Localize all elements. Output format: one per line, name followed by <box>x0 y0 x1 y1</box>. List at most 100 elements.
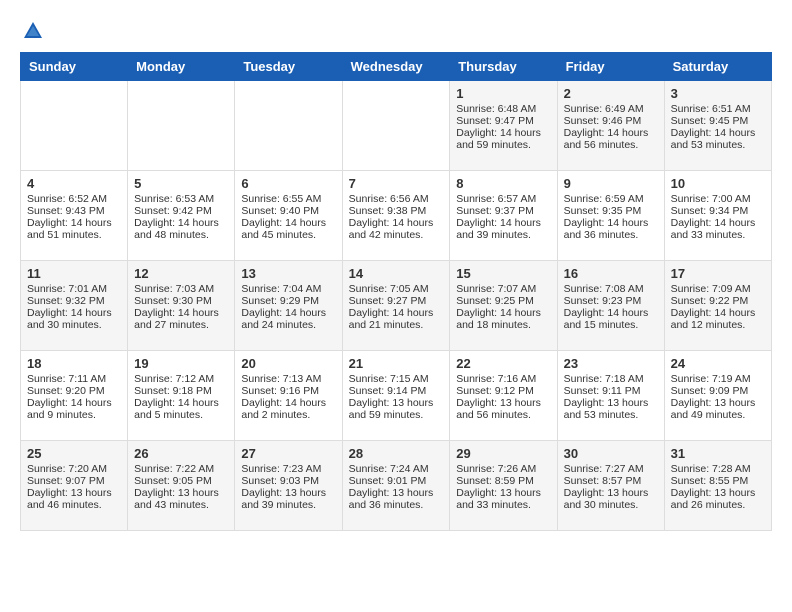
sunset-text: Sunset: 8:55 PM <box>671 475 765 487</box>
sunset-text: Sunset: 9:25 PM <box>456 295 550 307</box>
sunset-text: Sunset: 9:09 PM <box>671 385 765 397</box>
calendar-day-cell: 30Sunrise: 7:27 AMSunset: 8:57 PMDayligh… <box>557 441 664 531</box>
day-number: 19 <box>134 356 228 371</box>
sunrise-text: Sunrise: 7:19 AM <box>671 373 765 385</box>
day-number: 31 <box>671 446 765 461</box>
day-number: 2 <box>564 86 658 101</box>
daylight-text: Daylight: 14 hours and 59 minutes. <box>456 127 550 151</box>
sunrise-text: Sunrise: 7:27 AM <box>564 463 658 475</box>
daylight-text: Daylight: 14 hours and 18 minutes. <box>456 307 550 331</box>
sunset-text: Sunset: 8:59 PM <box>456 475 550 487</box>
sunrise-text: Sunrise: 7:08 AM <box>564 283 658 295</box>
day-of-week-header: Sunday <box>21 53 128 81</box>
day-number: 14 <box>349 266 444 281</box>
day-number: 28 <box>349 446 444 461</box>
calendar-day-cell: 27Sunrise: 7:23 AMSunset: 9:03 PMDayligh… <box>235 441 342 531</box>
calendar-day-cell: 17 Sunrise: 7:09 AMSunset: 9:22 PMDayligh… <box>664 261 771 351</box>
sunset-text: Sunset: 9:01 PM <box>349 475 444 487</box>
calendar-week-row: 18Sunrise: 7:11 AMSunset: 9:20 PMDayligh… <box>21 351 772 441</box>
calendar-day-cell: 22Sunrise: 7:16 AMSunset: 9:12 PMDayligh… <box>450 351 557 441</box>
sunrise-text: Sunrise: 7:22 AM <box>134 463 228 475</box>
sunset-text: Sunset: 9:42 PM <box>134 205 228 217</box>
calendar-week-row: 4Sunrise: 6:52 AMSunset: 9:43 PMDaylight… <box>21 171 772 261</box>
calendar-day-cell: 9Sunrise: 6:59 AMSunset: 9:35 PMDaylight… <box>557 171 664 261</box>
daylight-text: Daylight: 14 hours and 33 minutes. <box>671 217 765 241</box>
calendar-day-cell: 4Sunrise: 6:52 AMSunset: 9:43 PMDaylight… <box>21 171 128 261</box>
calendar-table: SundayMondayTuesdayWednesdayThursdayFrid… <box>20 52 772 531</box>
daylight-text: Daylight: 13 hours and 56 minutes. <box>456 397 550 421</box>
daylight-text: Daylight: 13 hours and 46 minutes. <box>27 487 121 511</box>
sunrise-text: Sunrise: 6:55 AM <box>241 193 335 205</box>
day-of-week-header: Friday <box>557 53 664 81</box>
day-number: 17 <box>671 266 765 281</box>
calendar-day-cell <box>342 81 450 171</box>
calendar-day-cell: 5Sunrise: 6:53 AMSunset: 9:42 PMDaylight… <box>128 171 235 261</box>
calendar-day-cell: 25Sunrise: 7:20 AMSunset: 9:07 PMDayligh… <box>21 441 128 531</box>
day-number: 13 <box>241 266 335 281</box>
calendar-day-cell: 1Sunrise: 6:48 AMSunset: 9:47 PMDaylight… <box>450 81 557 171</box>
day-number: 16 <box>564 266 658 281</box>
calendar-week-row: 1Sunrise: 6:48 AMSunset: 9:47 PMDaylight… <box>21 81 772 171</box>
daylight-text: Daylight: 14 hours and 5 minutes. <box>134 397 228 421</box>
sunrise-text: Sunrise: 7:07 AM <box>456 283 550 295</box>
sunset-text: Sunset: 9:30 PM <box>134 295 228 307</box>
calendar-day-cell: 2Sunrise: 6:49 AMSunset: 9:46 PMDaylight… <box>557 81 664 171</box>
daylight-text: Daylight: 14 hours and 9 minutes. <box>27 397 121 421</box>
daylight-text: Daylight: 14 hours and 51 minutes. <box>27 217 121 241</box>
day-of-week-header: Saturday <box>664 53 771 81</box>
daylight-text: Daylight: 14 hours and 12 minutes. <box>671 307 765 331</box>
day-number: 8 <box>456 176 550 191</box>
day-of-week-header: Monday <box>128 53 235 81</box>
calendar-week-row: 11Sunrise: 7:01 AMSunset: 9:32 PMDayligh… <box>21 261 772 351</box>
sunset-text: Sunset: 9:07 PM <box>27 475 121 487</box>
daylight-text: Daylight: 14 hours and 42 minutes. <box>349 217 444 241</box>
daylight-text: Daylight: 14 hours and 53 minutes. <box>671 127 765 151</box>
sunrise-text: Sunrise: 7:18 AM <box>564 373 658 385</box>
day-number: 1 <box>456 86 550 101</box>
calendar-day-cell: 13Sunrise: 7:04 AMSunset: 9:29 PMDayligh… <box>235 261 342 351</box>
sunrise-text: Sunrise: 6:56 AM <box>349 193 444 205</box>
sunset-text: Sunset: 9:45 PM <box>671 115 765 127</box>
sunset-text: Sunset: 9:40 PM <box>241 205 335 217</box>
sunrise-text: Sunrise: 6:53 AM <box>134 193 228 205</box>
calendar-day-cell: 28Sunrise: 7:24 AMSunset: 9:01 PMDayligh… <box>342 441 450 531</box>
sunset-text: Sunset: 9:37 PM <box>456 205 550 217</box>
daylight-text: Daylight: 13 hours and 33 minutes. <box>456 487 550 511</box>
daylight-text: Daylight: 14 hours and 30 minutes. <box>27 307 121 331</box>
sunrise-text: Sunrise: 7:15 AM <box>349 373 444 385</box>
calendar-day-cell <box>235 81 342 171</box>
sunset-text: Sunset: 9:23 PM <box>564 295 658 307</box>
sunrise-text: Sunrise: 6:59 AM <box>564 193 658 205</box>
sunrise-text: Sunrise: 7:16 AM <box>456 373 550 385</box>
day-of-week-header: Tuesday <box>235 53 342 81</box>
calendar-day-cell: 18Sunrise: 7:11 AMSunset: 9:20 PMDayligh… <box>21 351 128 441</box>
daylight-text: Daylight: 13 hours and 53 minutes. <box>564 397 658 421</box>
sunset-text: Sunset: 9:38 PM <box>349 205 444 217</box>
sunset-text: Sunset: 9:22 PM <box>671 295 765 307</box>
sunrise-text: Sunrise: 6:48 AM <box>456 103 550 115</box>
sunrise-text: Sunrise: 6:57 AM <box>456 193 550 205</box>
day-number: 9 <box>564 176 658 191</box>
sunset-text: Sunset: 9:11 PM <box>564 385 658 397</box>
calendar-day-cell: 24Sunrise: 7:19 AMSunset: 9:09 PMDayligh… <box>664 351 771 441</box>
sunset-text: Sunset: 8:57 PM <box>564 475 658 487</box>
sunrise-text: Sunrise: 7:03 AM <box>134 283 228 295</box>
sunset-text: Sunset: 9:34 PM <box>671 205 765 217</box>
day-number: 29 <box>456 446 550 461</box>
day-number: 23 <box>564 356 658 371</box>
day-number: 25 <box>27 446 121 461</box>
day-number: 24 <box>671 356 765 371</box>
calendar-day-cell: 15Sunrise: 7:07 AMSunset: 9:25 PMDayligh… <box>450 261 557 351</box>
sunset-text: Sunset: 9:05 PM <box>134 475 228 487</box>
day-number: 18 <box>27 356 121 371</box>
day-number: 22 <box>456 356 550 371</box>
calendar-day-cell <box>21 81 128 171</box>
day-number: 30 <box>564 446 658 461</box>
logo-icon <box>22 20 44 42</box>
daylight-text: Daylight: 13 hours and 43 minutes. <box>134 487 228 511</box>
calendar-day-cell: 26Sunrise: 7:22 AMSunset: 9:05 PMDayligh… <box>128 441 235 531</box>
calendar-day-cell: 10Sunrise: 7:00 AMSunset: 9:34 PMDayligh… <box>664 171 771 261</box>
daylight-text: Daylight: 14 hours and 36 minutes. <box>564 217 658 241</box>
sunrise-text: Sunrise: 7:09 AM <box>671 283 765 295</box>
calendar-week-row: 25Sunrise: 7:20 AMSunset: 9:07 PMDayligh… <box>21 441 772 531</box>
